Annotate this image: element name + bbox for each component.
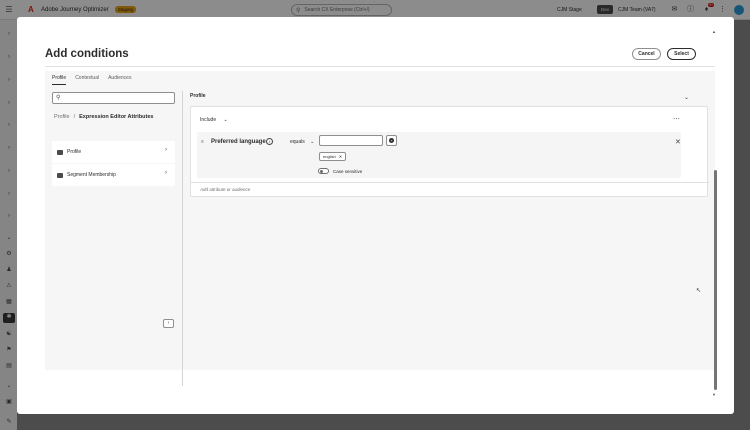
chevron-down-icon: ⌄ <box>223 117 228 123</box>
breadcrumb-root[interactable]: Profile <box>54 114 70 120</box>
value-tag: english ✕ <box>319 152 347 161</box>
drag-handle-icon[interactable]: ≡ <box>201 139 204 145</box>
chevron-right-icon: › <box>165 170 167 176</box>
dialog-title: Add conditions <box>45 48 129 60</box>
condition-value-input[interactable] <box>319 135 383 146</box>
tree-item-label: Segment Membership <box>67 172 116 178</box>
case-sensitive-toggle[interactable] <box>318 168 329 174</box>
breadcrumb: Profile / Expression Editor Attributes <box>54 114 154 120</box>
info-icon[interactable]: i <box>266 138 273 145</box>
select-button[interactable]: Select <box>667 48 696 60</box>
breadcrumb-current: Expression Editor Attributes <box>79 114 154 120</box>
plus-icon: + <box>389 138 394 143</box>
collapse-panel-button[interactable]: ‹ <box>163 319 174 328</box>
value-tag-label: english <box>323 154 336 159</box>
cancel-button[interactable]: Cancel <box>632 48 661 60</box>
attribute-tabs: Profile Contextual Audiences <box>52 75 140 85</box>
chevron-right-icon: › <box>165 147 167 153</box>
condition-group-card: Include ⌄ ⋯ ≡ Preferred language i equal… <box>190 106 709 197</box>
add-attribute-placeholder[interactable]: Add attribute or audience <box>200 187 250 192</box>
operator-label: equals <box>290 139 305 145</box>
breadcrumb-separator: / <box>73 114 76 120</box>
tree-item-label: Profile <box>67 149 82 155</box>
add-value-button[interactable]: + <box>386 135 397 146</box>
toggle-knob <box>320 170 323 173</box>
folder-icon <box>57 149 63 155</box>
chevron-down-icon: ⌄ <box>310 139 315 145</box>
remove-tag-icon[interactable]: ✕ <box>339 153 342 160</box>
mouse-cursor-icon: ↖ <box>696 288 702 294</box>
card-divider <box>191 182 709 183</box>
tab-contextual[interactable]: Contextual <box>75 75 99 85</box>
case-sensitive-label: Case sensitive <box>333 169 363 174</box>
include-dropdown[interactable]: Include ⌄ <box>200 117 228 123</box>
scrollbar-thumb[interactable] <box>714 170 717 390</box>
remove-condition-icon[interactable]: ✕ <box>675 138 681 146</box>
more-options-icon[interactable]: ⋯ <box>673 115 680 123</box>
include-label: Include <box>200 117 217 123</box>
folder-icon <box>57 172 63 178</box>
add-conditions-dialog: Add conditions Cancel Select Profile Con… <box>17 17 734 414</box>
scroll-down-icon[interactable]: ▼ <box>712 392 716 397</box>
tab-profile[interactable]: Profile <box>52 75 67 85</box>
dialog-scrollbar[interactable] <box>714 31 717 415</box>
condition-attribute: Preferred language <box>211 139 266 145</box>
tab-audiences[interactable]: Audiences <box>108 75 131 85</box>
chevron-down-icon[interactable]: ⌄ <box>684 94 689 101</box>
rule-builder-title: Profile <box>190 93 206 99</box>
tree-item-segment-membership[interactable]: Segment Membership › <box>52 164 175 186</box>
dialog-divider <box>45 66 715 67</box>
tree-item-profile[interactable]: Profile › <box>52 141 175 163</box>
search-icon: ⚲ <box>56 95 61 101</box>
panel-separator <box>182 91 183 386</box>
condition-row: ≡ Preferred language i equals ⌄ + ✕ engl… <box>197 132 681 178</box>
attribute-search-input[interactable]: ⚲ <box>52 92 175 104</box>
operator-dropdown[interactable]: equals ⌄ <box>290 139 314 145</box>
